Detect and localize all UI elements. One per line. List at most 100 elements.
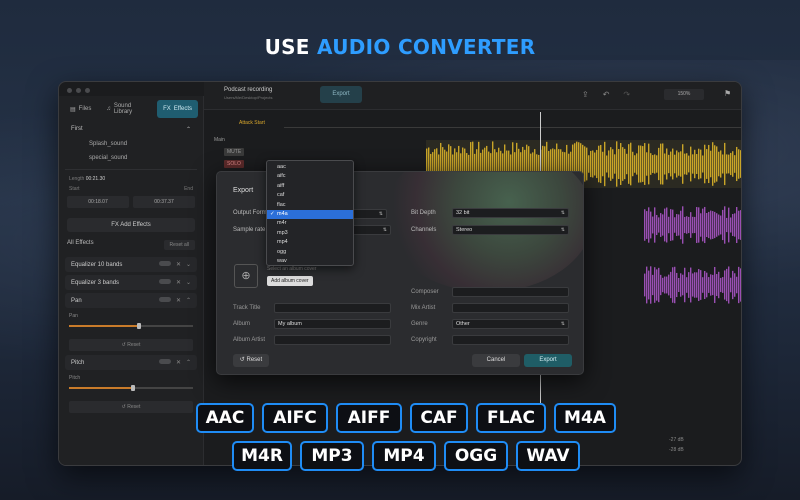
genre-select[interactable]: Other ⇅ xyxy=(452,319,569,329)
reset-all-button[interactable]: Reset all xyxy=(163,240,195,250)
waveform-bar xyxy=(708,277,710,293)
reset-label: Reset xyxy=(127,342,141,348)
effect-toggle[interactable] xyxy=(158,297,171,302)
mute-button[interactable]: MUTE xyxy=(224,148,245,156)
format-option-m4a[interactable]: ✓ m4a xyxy=(267,209,353,220)
album-artist-input[interactable] xyxy=(274,335,391,345)
effect-toggle[interactable] xyxy=(158,261,171,266)
track-title-input[interactable] xyxy=(274,303,391,313)
bit-depth-select[interactable]: 32 bit ⇅ xyxy=(452,208,569,218)
pan-slider[interactable] xyxy=(69,323,193,329)
dialog-reset-button[interactable]: ↺ Reset xyxy=(233,354,269,367)
close-window-button[interactable] xyxy=(67,88,72,93)
slider-knob[interactable] xyxy=(131,385,135,391)
effect-toggle[interactable] xyxy=(158,279,171,284)
waveform-bar xyxy=(710,210,712,240)
waveform-bar xyxy=(686,216,688,234)
chevron-updown-icon: ⇅ xyxy=(560,210,565,216)
dialog-cancel-button[interactable]: Cancel xyxy=(472,354,520,367)
channels-select[interactable]: Stereo ⇅ xyxy=(452,225,569,235)
add-cover-icon[interactable]: ⊕ xyxy=(234,264,258,288)
add-album-cover-button[interactable]: Add album cover xyxy=(267,276,313,286)
sound-item[interactable]: Splash_sound xyxy=(59,137,203,151)
waveform-track-3[interactable] xyxy=(644,265,742,305)
toolbar-export-button[interactable]: Export xyxy=(320,86,362,103)
format-badge-aiff: AIFF xyxy=(336,403,402,433)
reset-pitch-button[interactable]: ↺ Reset xyxy=(69,401,193,413)
tab-files[interactable]: ▤ Files xyxy=(64,100,97,118)
format-option-aac[interactable]: aac xyxy=(267,163,353,172)
chevron-up-icon[interactable]: ⌃ xyxy=(186,359,191,366)
undo-icon[interactable]: ↶ xyxy=(603,90,610,99)
zoom-window-button[interactable] xyxy=(85,88,90,93)
format-option-m4r[interactable]: m4r xyxy=(267,219,353,228)
format-option-wav[interactable]: wav xyxy=(267,257,353,266)
slider-knob[interactable] xyxy=(137,323,142,329)
end-time-field[interactable]: 00:37.37 xyxy=(133,196,195,208)
waveform-bar xyxy=(706,272,708,298)
waveform-bar xyxy=(668,216,670,234)
close-icon[interactable]: ✕ xyxy=(176,279,181,286)
format-option-aifc[interactable]: aifc xyxy=(267,172,353,181)
waveform-bar xyxy=(590,150,592,178)
flag-icon[interactable]: ⚑ xyxy=(724,89,731,98)
waveform-bar xyxy=(658,267,660,303)
tab-sound-library-label: Sound Library xyxy=(113,103,133,115)
pitch-slider-row: Pitch xyxy=(59,373,203,397)
effect-equalizer-10[interactable]: Equalizer 10 bands ✕ ⌄ xyxy=(65,257,197,272)
channels-label: Channels xyxy=(411,227,437,233)
waveform-bar xyxy=(714,145,716,183)
waveform-bar xyxy=(650,153,652,175)
chevron-up-icon[interactable]: ⌃ xyxy=(186,297,191,304)
sample-rate-label: Sample rate xyxy=(233,227,266,233)
sound-item[interactable]: special_sound xyxy=(59,151,203,165)
effect-toggle[interactable] xyxy=(158,359,171,364)
time-ruler[interactable] xyxy=(284,118,741,128)
chevron-down-icon[interactable]: ⌄ xyxy=(186,279,191,286)
close-icon[interactable]: ✕ xyxy=(176,297,181,304)
format-option-ogg[interactable]: ogg xyxy=(267,248,353,257)
share-icon[interactable]: ⇪ xyxy=(582,90,589,99)
waveform-bar xyxy=(606,155,608,173)
redo-icon[interactable]: ↷ xyxy=(623,90,630,99)
zoom-select[interactable]: 150% xyxy=(664,89,704,100)
reset-pan-button[interactable]: ↺ Reset xyxy=(69,339,193,351)
pitch-slider[interactable] xyxy=(69,385,193,391)
close-icon[interactable]: ✕ xyxy=(176,359,181,366)
waveform-track-2[interactable] xyxy=(644,205,742,245)
chevron-down-icon[interactable]: ⌄ xyxy=(186,261,191,268)
format-option-aiff[interactable]: aiff xyxy=(267,182,353,191)
mix-artist-input[interactable] xyxy=(452,303,569,313)
waveform-bar xyxy=(664,153,666,175)
add-effects-button[interactable]: FX Add Effects xyxy=(67,218,195,232)
solo-button[interactable]: SOLO xyxy=(224,160,244,168)
effect-pan[interactable]: Pan ✕ ⌃ xyxy=(65,293,197,308)
effect-equalizer-3[interactable]: Equalizer 3 bands ✕ ⌄ xyxy=(65,275,197,290)
waveform-bar xyxy=(676,150,678,178)
waveform-bar xyxy=(734,213,736,237)
album-artist-label: Album Artist xyxy=(233,337,266,343)
format-option-flac[interactable]: flac xyxy=(267,201,353,210)
format-option-mp4[interactable]: mp4 xyxy=(267,238,353,247)
waveform-bar xyxy=(730,152,732,176)
waveform-bar xyxy=(676,214,678,236)
composer-input[interactable] xyxy=(452,287,569,297)
minimize-window-button[interactable] xyxy=(76,88,81,93)
waveform-bar xyxy=(736,206,738,244)
effect-pitch[interactable]: Pitch ✕ ⌃ xyxy=(65,355,197,370)
waveform-bar xyxy=(706,149,708,179)
format-option-mp3[interactable]: mp3 xyxy=(267,229,353,238)
effect-label: Pan xyxy=(71,297,82,304)
close-icon[interactable]: ✕ xyxy=(176,261,181,268)
tab-sound-library[interactable]: ♫ Sound Library xyxy=(100,100,154,118)
group-first[interactable]: First ⌃ xyxy=(59,122,203,137)
copyright-input[interactable] xyxy=(452,335,569,345)
chevron-updown-icon: ⇅ xyxy=(560,321,565,327)
start-time-field[interactable]: 00:18.07 xyxy=(67,196,129,208)
waveform-bar xyxy=(678,152,680,176)
waveform-bar xyxy=(690,267,692,303)
dialog-export-button[interactable]: Export xyxy=(524,354,572,367)
album-input[interactable]: My album xyxy=(274,319,391,329)
format-option-caf[interactable]: caf xyxy=(267,191,353,200)
tab-effects[interactable]: FX Effects xyxy=(157,100,198,118)
